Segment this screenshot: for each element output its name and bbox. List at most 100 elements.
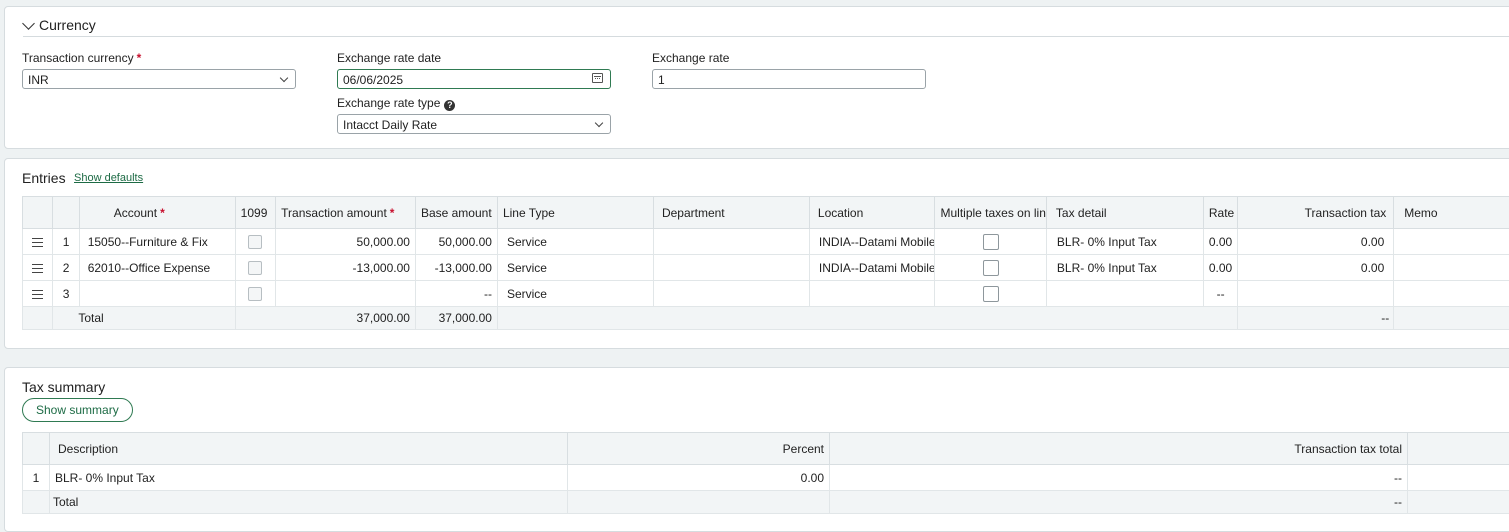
exchange-rate-type-label: Exchange rate type? [337,96,455,111]
multiple-taxes-checkbox[interactable] [983,260,999,276]
location-cell[interactable] [809,281,935,307]
total-spacer [1408,491,1509,514]
line-type-cell[interactable]: Service [497,281,653,307]
row-spacer [1408,465,1509,491]
tax-detail-cell[interactable] [1046,281,1203,307]
base-amount-cell: -- [415,281,497,307]
exchange-rate-input[interactable]: 1 [652,69,926,89]
chevron-down-icon [280,74,288,82]
total-spacer [23,307,53,330]
rate-cell: 0.00 [1203,229,1237,255]
column-header-multiple-taxes[interactable]: Multiple taxes on line [935,197,1046,229]
currency-section: Currency Transaction currency* INR Excha… [4,6,1509,149]
line-type-cell[interactable]: Service [497,255,653,281]
column-header-memo[interactable]: Memo [1394,197,1509,229]
rate-cell: -- [1203,281,1237,307]
transaction-tax-total-cell: -- [830,465,1408,491]
base-amount-cell: -13,000.00 [415,255,497,281]
department-cell[interactable] [653,255,809,281]
drag-handle[interactable] [23,229,53,255]
exchange-rate-type-select[interactable]: Intacct Daily Rate [337,114,611,134]
row-number: 1 [23,465,50,491]
column-header-percent[interactable]: Percent [568,433,830,465]
memo-cell[interactable] [1394,229,1509,255]
multiple-taxes-cell [935,281,1046,307]
table-row: 1 15050--Furniture & Fix 50,000.00 50,00… [23,229,1509,255]
account-cell[interactable]: 62010--Office Expense [79,255,235,281]
tax-summary-title: Tax summary [22,379,105,395]
total-base-amount: 37,000.00 [415,307,497,330]
percent-cell: 0.00 [568,465,830,491]
drag-handle[interactable] [23,255,53,281]
multiple-taxes-checkbox[interactable] [983,286,999,302]
required-marker: * [137,51,142,65]
transaction-amount-cell[interactable] [276,281,416,307]
exchange-rate-date-label: Exchange rate date [337,51,441,65]
entries-title: Entries [22,170,66,186]
transaction-amount-cell[interactable]: 50,000.00 [276,229,416,255]
tax-summary-total-row: Total -- [23,491,1509,514]
tax-summary-section: Tax summary Show summary Description Per… [4,367,1509,532]
exchange-rate-date-value: 06/06/2025 [343,73,403,87]
total-transaction-tax-total: -- [830,491,1408,514]
exchange-rate-date-input[interactable]: 06/06/2025 [337,69,611,89]
1099-cell [235,229,276,255]
1099-checkbox[interactable] [248,261,262,275]
memo-cell[interactable] [1394,255,1509,281]
transaction-tax-cell[interactable] [1238,281,1394,307]
column-header-rate[interactable]: Rate [1203,197,1237,229]
total-spacer [568,491,830,514]
calendar-icon[interactable] [592,73,603,83]
chevron-down-icon[interactable] [22,17,35,30]
account-cell[interactable] [79,281,235,307]
location-cell[interactable]: INDIA--Datami Mobile [809,255,935,281]
header-spacer [1408,433,1509,465]
line-type-cell[interactable]: Service [497,229,653,255]
column-header-department[interactable]: Department [653,197,809,229]
total-transaction-amount: 37,000.00 [235,307,415,330]
description-cell: BLR- 0% Input Tax [50,465,568,491]
drag-handle-icon[interactable] [32,264,43,273]
column-header-1099[interactable]: 1099 [235,197,276,229]
show-defaults-link[interactable]: Show defaults [74,172,143,184]
help-icon[interactable]: ? [444,100,455,111]
column-header-transaction-tax[interactable]: Transaction tax [1238,197,1394,229]
column-header-tax-detail[interactable]: Tax detail [1046,197,1203,229]
1099-checkbox[interactable] [248,287,262,301]
drag-column-header [23,197,53,229]
transaction-currency-select[interactable]: INR [22,69,296,89]
column-header-line-type[interactable]: Line Type [497,197,653,229]
memo-cell[interactable] [1394,281,1509,307]
column-header-base-amount[interactable]: Base amount [415,197,497,229]
department-cell[interactable] [653,229,809,255]
column-header-location[interactable]: Location [809,197,935,229]
entries-section: Entries Show defaults Account* 1099 Tran… [4,158,1509,349]
transaction-amount-cell[interactable]: -13,000.00 [276,255,416,281]
tax-summary-header-row: Description Percent Transaction tax tota… [23,433,1509,465]
drag-handle-icon[interactable] [32,290,43,299]
column-header-transaction-tax-total[interactable]: Transaction tax total [830,433,1408,465]
currency-section-header[interactable]: Currency [24,17,96,33]
table-row: 1 BLR- 0% Input Tax 0.00 -- [23,465,1509,491]
1099-checkbox[interactable] [248,235,262,249]
total-spacer [23,491,50,514]
department-cell[interactable] [653,281,809,307]
multiple-taxes-checkbox[interactable] [983,234,999,250]
account-cell[interactable]: 15050--Furniture & Fix [79,229,235,255]
base-amount-cell: 50,000.00 [415,229,497,255]
column-header-description[interactable]: Description [50,433,568,465]
column-header-account[interactable]: Account* [79,197,235,229]
drag-handle-icon[interactable] [32,238,43,247]
show-summary-button[interactable]: Show summary [22,398,133,422]
1099-cell [235,255,276,281]
tax-detail-cell[interactable]: BLR- 0% Input Tax [1046,255,1203,281]
multiple-taxes-cell [935,229,1046,255]
transaction-tax-cell[interactable]: 0.00 [1238,229,1394,255]
column-header-transaction-amount[interactable]: Transaction amount* [276,197,416,229]
exchange-rate-label: Exchange rate [652,51,729,65]
drag-handle[interactable] [23,281,53,307]
transaction-tax-cell[interactable]: 0.00 [1238,255,1394,281]
total-label: Total [50,491,568,514]
location-cell[interactable]: INDIA--Datami Mobile [809,229,935,255]
tax-detail-cell[interactable]: BLR- 0% Input Tax [1046,229,1203,255]
